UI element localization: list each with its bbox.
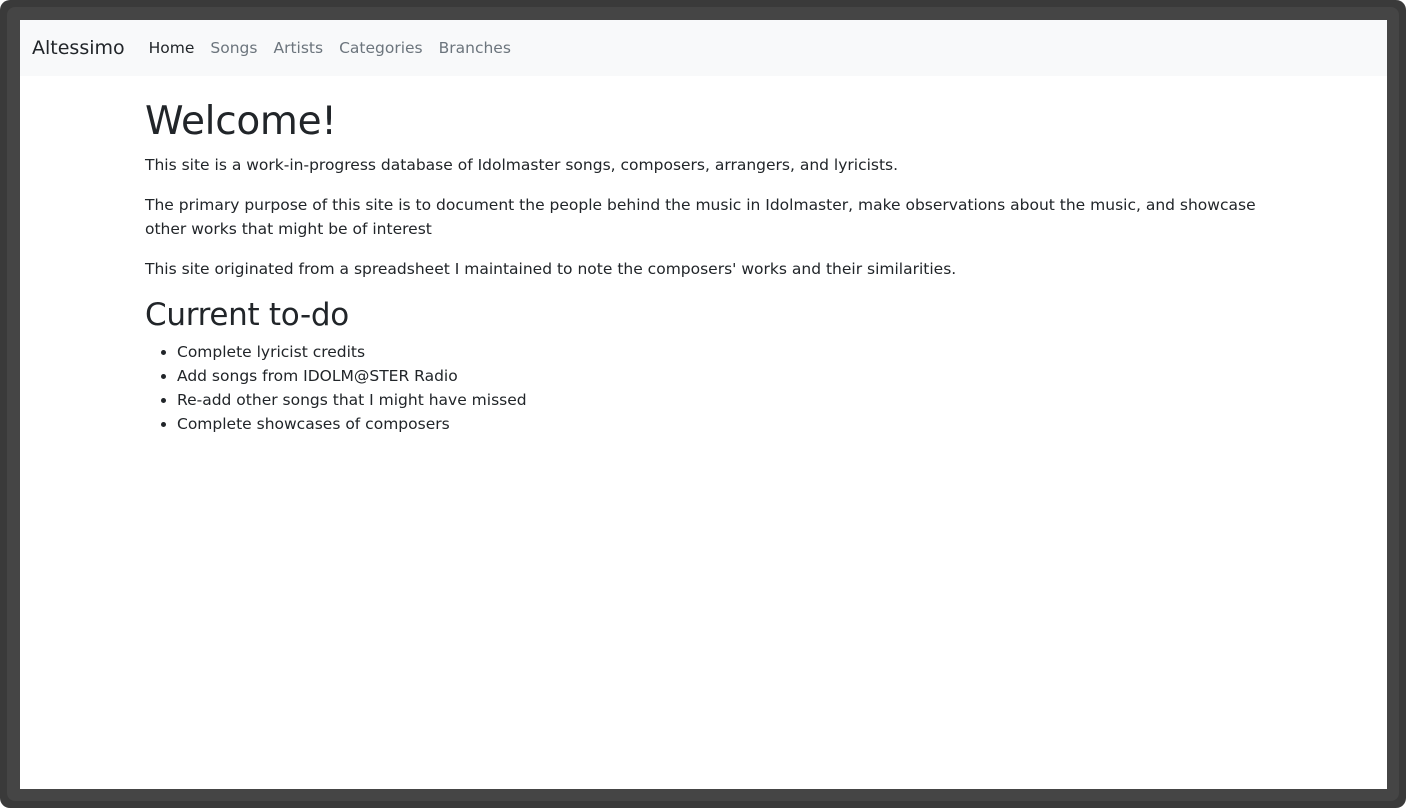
nav-link-songs[interactable]: Songs: [202, 39, 265, 57]
nav-link-branches[interactable]: Branches: [431, 39, 519, 57]
browser-viewport: Altessimo Home Songs Artists Categories …: [20, 20, 1387, 789]
window-frame: Altessimo Home Songs Artists Categories …: [0, 0, 1406, 808]
todo-item: Add songs from IDOLM@STER Radio: [177, 364, 1275, 388]
main-content: Welcome! This site is a work-in-progress…: [145, 99, 1275, 436]
todo-heading: Current to-do: [145, 296, 349, 333]
nav-links: Home Songs Artists Categories Branches: [142, 39, 519, 57]
todo-item: Complete lyricist credits: [177, 340, 1275, 364]
nav-link-categories[interactable]: Categories: [331, 39, 431, 57]
window-bezel: Altessimo Home Songs Artists Categories …: [7, 7, 1399, 801]
nav-link-artists[interactable]: Artists: [265, 39, 331, 57]
top-navbar: Altessimo Home Songs Artists Categories …: [20, 20, 1387, 76]
brand-link[interactable]: Altessimo: [32, 37, 125, 59]
todo-list: Complete lyricist credits Add songs from…: [145, 340, 1275, 436]
purpose-paragraph: The primary purpose of this site is to d…: [145, 195, 1256, 238]
origin-paragraph: This site originated from a spreadsheet …: [145, 259, 957, 278]
todo-item: Complete showcases of composers: [177, 412, 1275, 436]
nav-link-home[interactable]: Home: [142, 39, 203, 57]
todo-item: Re-add other songs that I might have mis…: [177, 388, 1275, 412]
intro-paragraph: This site is a work-in-progress database…: [145, 155, 899, 174]
page-title: Welcome!: [145, 99, 337, 144]
